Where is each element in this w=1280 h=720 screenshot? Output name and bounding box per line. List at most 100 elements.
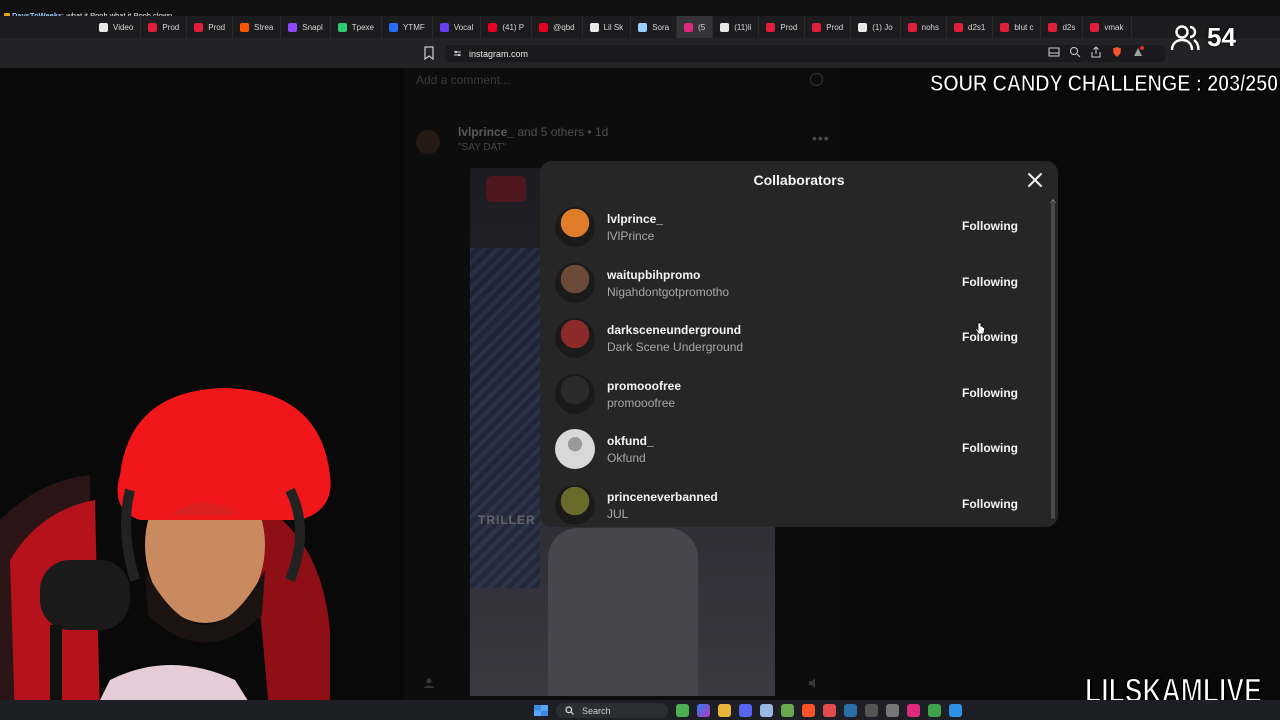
- collaborator-row: promooofree promooofree Following: [540, 366, 1058, 422]
- tab-label: Strea: [254, 22, 274, 32]
- collaborator-username[interactable]: lvlprince_: [607, 212, 663, 226]
- challenge-overlay: SOUR CANDY CHALLENGE : 203/250: [930, 70, 1279, 97]
- browser-tab[interactable]: Prod: [759, 16, 806, 38]
- browser-tab[interactable]: vmak: [1083, 16, 1132, 38]
- collaborator-avatar[interactable]: [555, 484, 595, 525]
- following-button[interactable]: Following: [948, 265, 1032, 298]
- xbox-icon[interactable]: [928, 704, 941, 717]
- browser-tab[interactable]: d2s1: [947, 16, 994, 38]
- browser-tab[interactable]: Video: [92, 16, 142, 38]
- close-icon[interactable]: [1026, 171, 1044, 189]
- bookmark-icon[interactable]: [424, 46, 434, 60]
- tab-label: YTMF: [402, 22, 425, 32]
- calculator-icon[interactable]: [949, 704, 962, 717]
- following-button[interactable]: Following: [948, 487, 1032, 520]
- taskbar-search-label: Search: [582, 705, 611, 716]
- site-settings-icon[interactable]: [453, 49, 462, 58]
- browser-tab[interactable]: d2s: [1041, 16, 1084, 38]
- collaborator-fullname: Dark Scene Underground: [607, 340, 744, 354]
- obs-icon[interactable]: [823, 704, 836, 717]
- collaborator-row: waitupbihpromo Nigahdontgotpromotho Follow…: [540, 255, 1058, 311]
- steam-icon[interactable]: [844, 704, 857, 717]
- tab-favicon-icon: [439, 22, 449, 32]
- collaborator-avatar[interactable]: [555, 262, 595, 303]
- tab-label: Video: [113, 22, 134, 32]
- collaborator-avatar[interactable]: [555, 429, 595, 469]
- collaborator-fullname: lVlPrince: [607, 229, 655, 243]
- tab-label: Prod: [780, 22, 798, 32]
- collaborator-username[interactable]: promooofree: [607, 379, 681, 393]
- following-button[interactable]: Following: [948, 321, 1032, 353]
- collaborator-row: lvlprince_ lVlPrince Following: [540, 199, 1058, 255]
- collaborator-username[interactable]: princeneverbanned: [607, 490, 718, 504]
- browser-tab[interactable]: Sora: [631, 16, 678, 38]
- browser-tab[interactable]: blut c: [993, 16, 1042, 38]
- tab-label: blut c: [1014, 22, 1034, 32]
- 4k-app-icon[interactable]: [886, 704, 899, 717]
- instagram-icon[interactable]: [907, 704, 920, 717]
- tab-label: nohs: [921, 22, 939, 32]
- tab-favicon-icon: [589, 22, 599, 32]
- browser-tab[interactable]: @qbd: [532, 16, 583, 38]
- browser-tab[interactable]: nohs: [901, 16, 947, 38]
- url-text: instagram.com: [469, 48, 529, 59]
- browser-tab[interactable]: Strea: [233, 16, 282, 38]
- tab-label: Prod: [826, 22, 844, 32]
- copilot-icon[interactable]: [697, 704, 710, 717]
- tab-label: Snapl: [302, 22, 323, 32]
- tab-favicon-icon: [1090, 22, 1100, 32]
- hand-cursor-icon: [975, 322, 985, 335]
- sidebar-icon[interactable]: [1048, 46, 1060, 58]
- collaborator-fullname: Nigahdontgotpromotho: [607, 284, 730, 299]
- collaborator-username[interactable]: okfund_: [607, 434, 654, 448]
- discord-icon[interactable]: [739, 704, 752, 717]
- tab-favicon-icon: [812, 22, 822, 32]
- search-icon: [565, 706, 574, 715]
- browser-tab[interactable]: Tpexe: [331, 16, 382, 38]
- browser-tab[interactable]: (1) Jo: [851, 16, 901, 38]
- app-icon[interactable]: [865, 704, 878, 717]
- browser-tab[interactable]: Prod: [141, 16, 188, 38]
- browser-tab[interactable]: Vocal: [433, 16, 482, 38]
- tab-label: (5: [698, 22, 706, 32]
- tab-label: (41) P: [502, 22, 525, 32]
- following-button[interactable]: Following: [948, 432, 1032, 464]
- tab-label: d2s1: [968, 22, 986, 32]
- brave-icon[interactable]: [802, 704, 815, 717]
- browser-tab[interactable]: (11)li: [713, 16, 760, 38]
- tab-favicon-icon: [488, 22, 498, 32]
- taskbar-app-icon[interactable]: [676, 704, 689, 717]
- browser-tab[interactable]: (5: [677, 16, 714, 38]
- browser-tab[interactable]: Prod: [805, 16, 852, 38]
- share-icon[interactable]: [1090, 46, 1102, 58]
- dialog-title: Collaborators: [753, 172, 845, 188]
- tab-favicon-icon: [954, 22, 963, 32]
- windows-start-icon[interactable]: [534, 705, 548, 716]
- browser-tab[interactable]: Prod: [187, 16, 234, 38]
- collaborator-avatar[interactable]: [555, 373, 595, 414]
- rewards-icon[interactable]: [1132, 46, 1144, 58]
- tab-label: vmak: [1104, 22, 1124, 32]
- collaborator-row: okfund_ Okfund Following: [540, 421, 1058, 477]
- brave-shield-icon[interactable]: [1111, 46, 1123, 58]
- collaborator-username[interactable]: darksceneunderground: [607, 323, 741, 337]
- file-explorer-icon[interactable]: [718, 704, 731, 717]
- taskbar-search[interactable]: Search: [556, 703, 668, 718]
- zoom-icon[interactable]: [1069, 46, 1081, 58]
- spotify-icon[interactable]: [781, 704, 794, 717]
- collaborator-avatar[interactable]: [555, 207, 595, 247]
- following-button[interactable]: Following: [948, 210, 1032, 242]
- scrollbar[interactable]: [1051, 201, 1055, 519]
- browser-tab[interactable]: Lil Sk: [583, 16, 632, 38]
- browser-tab[interactable]: (41) P: [481, 16, 533, 38]
- tab-label: Prod: [162, 22, 180, 32]
- following-button[interactable]: Following: [948, 376, 1032, 409]
- browser-tab[interactable]: Snapl: [281, 16, 331, 38]
- collaborator-avatar[interactable]: [555, 318, 595, 358]
- browser-tab[interactable]: YTMF: [382, 16, 433, 38]
- collaborator-username[interactable]: waitupbihpromo: [607, 268, 700, 282]
- store-icon[interactable]: [760, 704, 773, 717]
- tab-label: (1) Jo: [872, 22, 893, 32]
- tab-favicon-icon: [539, 22, 549, 32]
- collaborator-fullname: JUL: [607, 506, 629, 521]
